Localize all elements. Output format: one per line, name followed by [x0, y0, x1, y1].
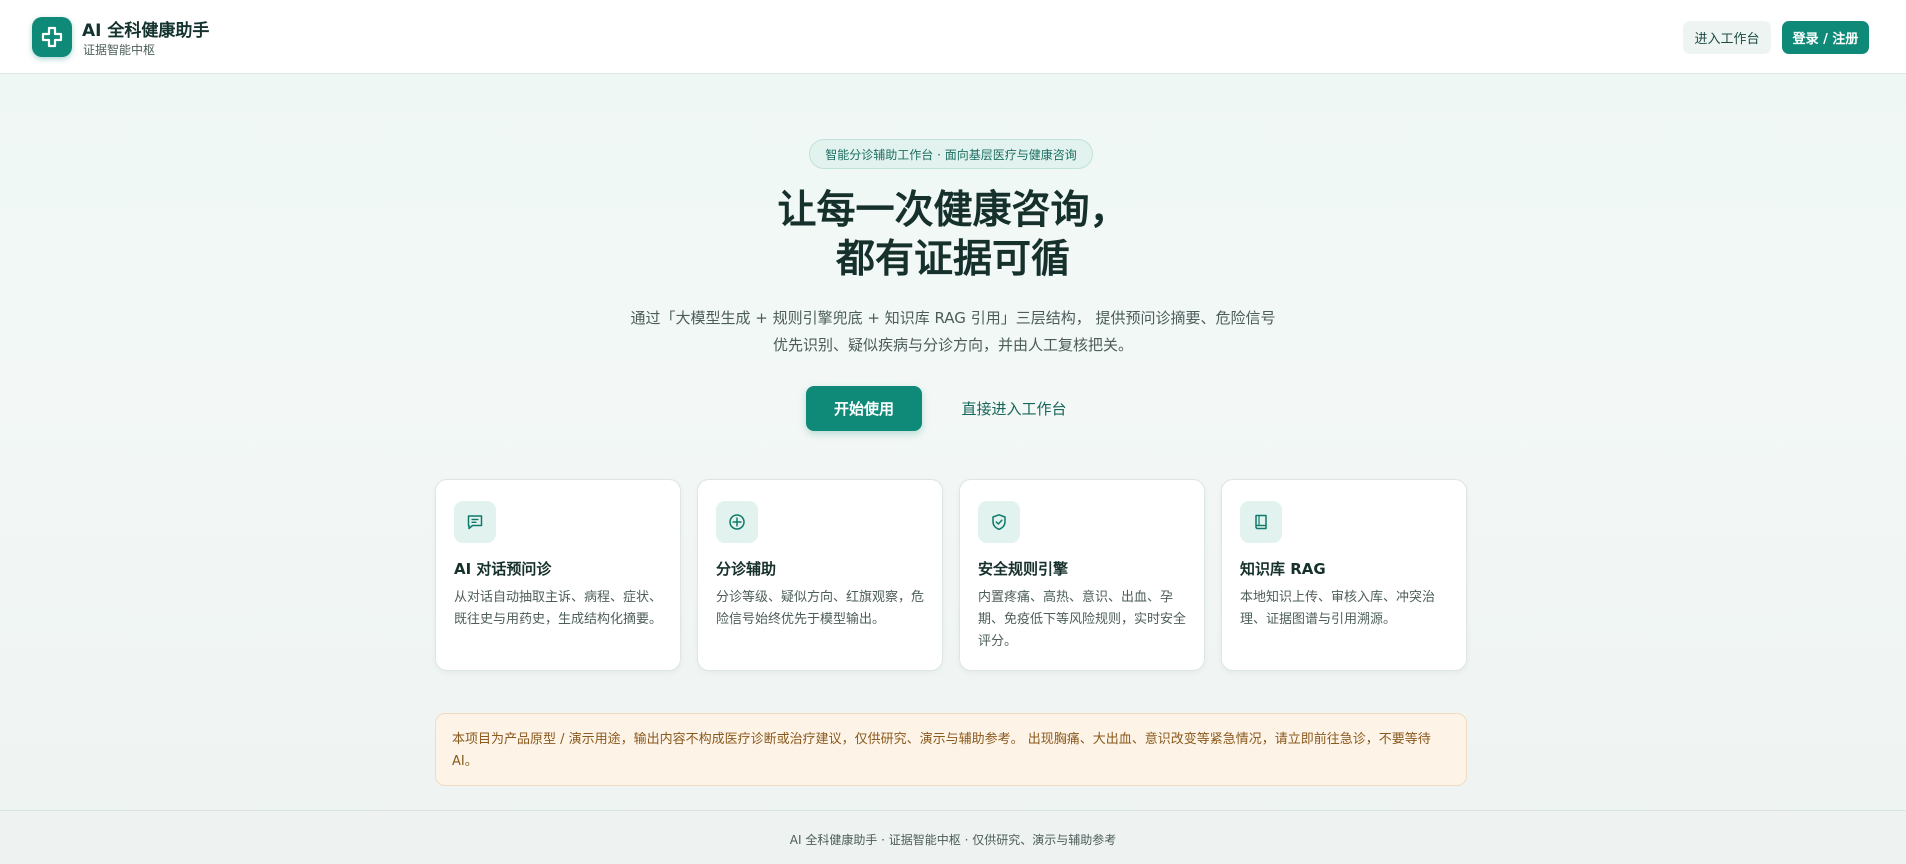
- enter-workbench-button[interactable]: 进入工作台: [1683, 21, 1771, 54]
- start-button[interactable]: 开始使用: [806, 386, 922, 431]
- card-title: 知识库 RAG: [1240, 560, 1326, 578]
- direct-workbench-link[interactable]: 直接进入工作台: [944, 386, 1084, 431]
- hero-description: 通过「大模型生成 + 规则引擎兜底 + 知识库 RAG 引用」三层结构， 提供预…: [603, 305, 1303, 359]
- feature-card-triage: 分诊辅助 分诊等级、疑似方向、红旗观察，危险信号始终优先于模型输出。: [697, 479, 943, 671]
- hero-tag-pill: 智能分诊辅助工作台 · 面向基层医疗与健康咨询: [809, 139, 1093, 169]
- footer-text: AI 全科健康助手 · 证据智能中枢 · 仅供研究、演示与辅助参考: [789, 833, 1117, 847]
- feature-card-knowledge-rag: 知识库 RAG 本地知识上传、审核入库、冲突治理、证据图谱与引用溯源。: [1221, 479, 1467, 671]
- card-description: 分诊等级、疑似方向、红旗观察，危险信号始终优先于模型输出。: [716, 590, 925, 627]
- page-footer: AI 全科健康助手 · 证据智能中枢 · 仅供研究、演示与辅助参考: [0, 810, 1906, 864]
- top-header: AI 全科健康助手 证据智能中枢 进入工作台 登录 / 注册: [0, 0, 1906, 74]
- crosshair-icon: [716, 501, 758, 543]
- card-description: 内置疼痛、高热、意识、出血、孕期、免疫低下等风险规则，实时安全评分。: [978, 590, 1187, 649]
- hero-title: 让每一次健康咨询， 都有证据可循: [653, 186, 1253, 284]
- card-description: 本地知识上传、审核入库、冲突治理、证据图谱与引用溯源。: [1240, 590, 1436, 627]
- card-title: 分诊辅助: [716, 560, 777, 578]
- feature-card-safety-rules: 安全规则引擎 内置疼痛、高热、意识、出血、孕期、免疫低下等风险规则，实时安全评分…: [959, 479, 1205, 671]
- hero-title-line2: 都有证据可循: [835, 237, 1070, 282]
- disclaimer-notice: 本项目为产品原型 / 演示用途，输出内容不构成医疗诊断或治疗建议，仅供研究、演示…: [435, 713, 1467, 786]
- brand-subtitle: 证据智能中枢: [83, 43, 156, 57]
- chat-icon: [454, 501, 496, 543]
- shield-check-icon: [978, 501, 1020, 543]
- brand-title[interactable]: AI 全科健康助手: [82, 16, 209, 41]
- hero-description-line1: 通过「大模型生成 + 规则引擎兜底 + 知识库 RAG 引用」三层结构， 提供预…: [630, 309, 1276, 327]
- card-description: 从对话自动抽取主诉、病程、症状、既往史与用药史，生成结构化摘要。: [454, 590, 663, 627]
- hero-title-line1: 让每一次健康咨询，: [777, 188, 1129, 233]
- card-title: 安全规则引擎: [978, 560, 1069, 578]
- login-register-button[interactable]: 登录 / 注册: [1782, 21, 1869, 54]
- card-title: AI 对话预问诊: [454, 560, 552, 578]
- book-icon: [1240, 501, 1282, 543]
- hero-description-line2: 优先识别、疑似疾病与分诊方向，并由人工复核把关。: [772, 336, 1133, 354]
- app-root: AI 全科健康助手 证据智能中枢 进入工作台 登录 / 注册 智能分诊辅助工作台…: [0, 0, 1906, 864]
- feature-card-ai-consult: AI 对话预问诊 从对话自动抽取主诉、病程、症状、既往史与用药史，生成结构化摘要…: [435, 479, 681, 671]
- medical-cross-icon[interactable]: [32, 17, 72, 57]
